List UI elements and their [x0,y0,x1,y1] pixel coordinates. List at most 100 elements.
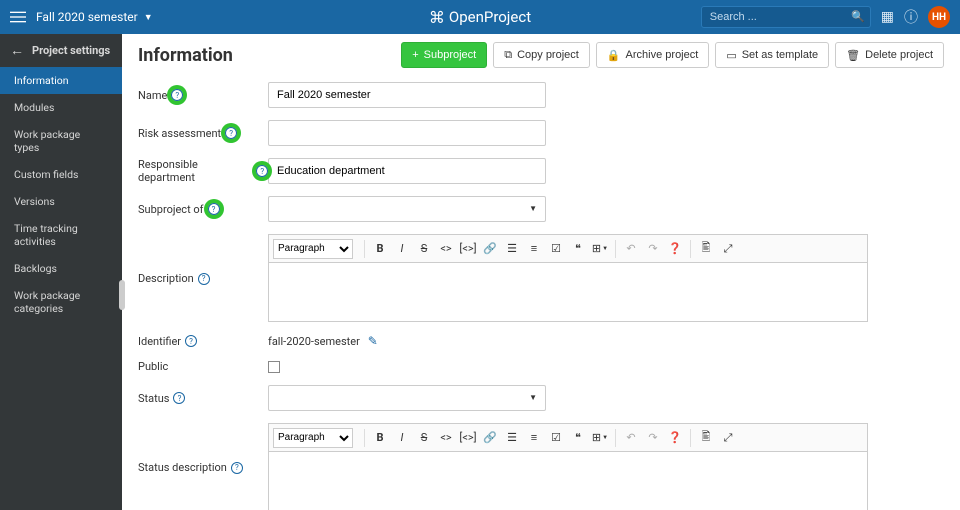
expand-icon[interactable]: ⤢ [718,428,738,448]
sidebar-header[interactable]: ← Project settings [0,34,122,67]
brand-icon: ⌘ [429,8,445,27]
bold-icon[interactable]: B [370,428,390,448]
redo-icon[interactable]: ↷ [643,428,663,448]
codeblock-icon[interactable]: [<>] [458,428,478,448]
help-icon[interactable]: ⓘ [904,7,918,27]
search-input[interactable] [701,6,871,28]
numbered-icon[interactable]: ≡ [524,239,544,259]
strike-icon[interactable]: S [414,239,434,259]
numbered-icon[interactable]: ≡ [524,428,544,448]
bold-icon[interactable]: B [370,239,390,259]
status-desc-label: Status description [138,461,227,474]
risk-input[interactable] [268,120,546,146]
brand-logo[interactable]: ⌘ OpenProject [429,8,531,27]
italic-icon[interactable]: I [392,239,412,259]
sidebar-item-wp-categories[interactable]: Work package categories [0,282,122,322]
strike-icon[interactable]: S [414,428,434,448]
table-icon[interactable]: ⊞▼ [590,239,610,259]
undo-icon[interactable]: ↶ [621,239,641,259]
project-name: Fall 2020 semester [36,10,138,24]
public-label: Public [138,360,168,373]
sidebar-title: Project settings [32,44,110,57]
para-select[interactable]: Paragraph [273,239,353,259]
chevron-down-icon: ▼ [144,12,153,23]
status-desc-editor[interactable] [268,451,868,510]
name-label: Name [138,89,167,102]
help-icon-subproject[interactable]: ? [208,203,220,215]
subproject-button[interactable]: +Subproject [401,42,487,68]
undo-icon[interactable]: ↶ [621,428,641,448]
code-icon[interactable]: <> [436,239,456,259]
link-icon[interactable]: 🔗 [480,239,500,259]
search-box: 🔍 [701,6,871,28]
identifier-value: fall-2020-semester [268,335,360,348]
todo-icon[interactable]: ☑ [546,428,566,448]
help-icon-status[interactable]: ? [173,392,185,404]
sidebar-item-time-tracking[interactable]: Time tracking activities [0,215,122,255]
para-select-2[interactable]: Paragraph [273,428,353,448]
editor-toolbar-status: Paragraph B I S <> [<>] 🔗 ☰ ≡ ☑ ❝ ⊞▼ ↶ ↷ [268,423,868,451]
sidebar-item-modules[interactable]: Modules [0,94,122,121]
name-input[interactable] [268,82,546,108]
help-icon-desc[interactable]: ? [198,273,210,285]
dept-input[interactable] [268,158,546,184]
help-icon-name[interactable]: ? [171,89,183,101]
redo-icon[interactable]: ↷ [643,239,663,259]
link-icon[interactable]: 🔗 [480,428,500,448]
code-icon[interactable]: <> [436,428,456,448]
lock-icon: 🔒 [607,49,621,62]
sidebar-item-versions[interactable]: Versions [0,188,122,215]
public-checkbox[interactable] [268,361,280,373]
brand-text: OpenProject [449,8,531,26]
sidebar-item-backlogs[interactable]: Backlogs [0,255,122,282]
table-icon[interactable]: ⊞▼ [590,428,610,448]
italic-icon[interactable]: I [392,428,412,448]
sidebar-item-wp-types[interactable]: Work package types [0,121,122,161]
description-editor[interactable] [268,262,868,322]
copy-icon: ⧉ [504,49,512,62]
attach-icon[interactable]: 🖺 [696,239,716,259]
status-label: Status [138,392,169,405]
codeblock-icon[interactable]: [<>] [458,239,478,259]
copy-project-button[interactable]: ⧉Copy project [493,42,590,68]
attach-icon[interactable]: 🖺 [696,428,716,448]
desc-label: Description [138,272,194,285]
set-template-button[interactable]: ▭Set as template [715,42,829,68]
hamburger-icon[interactable] [10,9,26,25]
plus-icon: + [412,49,418,61]
sidebar: ← Project settings Information Modules W… [0,34,122,510]
help-icon-status-desc[interactable]: ? [231,462,243,474]
subproject-select[interactable] [268,196,546,222]
bullet-icon[interactable]: ☰ [502,428,522,448]
status-select[interactable] [268,385,546,411]
avatar[interactable]: HH [928,6,950,28]
back-arrow-icon[interactable]: ← [10,42,24,59]
template-icon: ▭ [726,49,736,62]
misc-icon[interactable]: ❓ [665,239,685,259]
subproject-label: Subproject of [138,203,204,216]
project-selector[interactable]: Fall 2020 semester ▼ [36,10,153,24]
archive-project-button[interactable]: 🔒Archive project [596,42,709,68]
search-icon[interactable]: 🔍 [851,10,865,23]
editor-toolbar-desc: Paragraph B I S <> [<>] 🔗 ☰ ≡ ☑ ❝ ⊞▼ ↶ ↷ [268,234,868,262]
delete-project-button[interactable]: 🗑Delete project [835,42,944,68]
dept-label: Responsible department [138,158,252,184]
risk-label: Risk assessment [138,127,221,140]
sidebar-item-custom-fields[interactable]: Custom fields [0,161,122,188]
trash-icon: 🗑 [846,49,860,62]
identifier-label: Identifier [138,335,181,348]
pencil-icon[interactable]: ✎ [368,334,378,348]
page-title: Information [138,45,233,66]
help-icon-identifier[interactable]: ? [185,335,197,347]
expand-icon[interactable]: ⤢ [718,239,738,259]
help-icon-risk[interactable]: ? [225,127,237,139]
sidebar-item-information[interactable]: Information [0,67,122,94]
main-content: Information +Subproject ⧉Copy project 🔒A… [122,34,960,510]
misc-icon[interactable]: ❓ [665,428,685,448]
apps-icon[interactable]: ▦ [881,9,894,25]
todo-icon[interactable]: ☑ [546,239,566,259]
help-icon-dept[interactable]: ? [256,165,268,177]
bullet-icon[interactable]: ☰ [502,239,522,259]
quote-icon[interactable]: ❝ [568,239,588,259]
quote-icon[interactable]: ❝ [568,428,588,448]
